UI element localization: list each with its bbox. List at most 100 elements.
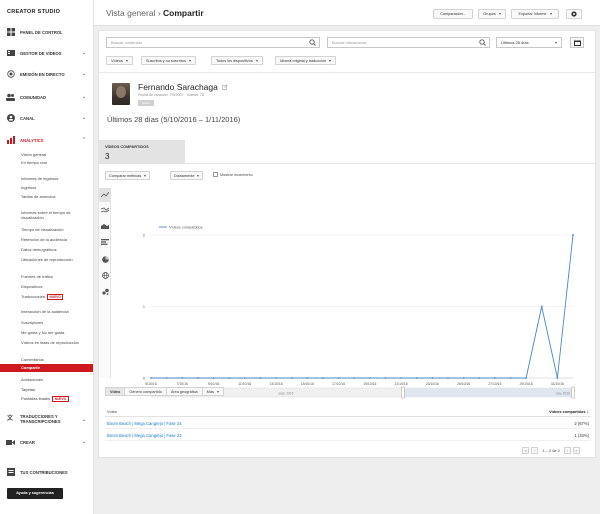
- nav-channel[interactable]: CANAL ⌄: [0, 112, 94, 124]
- nav-video-manager-label: GESTOR DE VÍDEOS: [20, 50, 62, 56]
- analytics-item-subscribers[interactable]: Suscriptores: [21, 320, 87, 325]
- nav-live[interactable]: EMISIÓN EN DIRECTO ⌄: [0, 68, 94, 80]
- range-handle-left: [401, 386, 405, 399]
- dashboard-icon: [6, 28, 15, 36]
- stacked-area-tool[interactable]: [101, 222, 109, 230]
- video-link[interactable]: Boom Beach | Mega Cangrejo | Fase 24: [107, 421, 182, 426]
- first-page-button[interactable]: «: [522, 447, 530, 454]
- line-chart-tool[interactable]: [99, 188, 111, 202]
- pie-chart-tool[interactable]: [101, 255, 109, 263]
- help-feedback-button[interactable]: Ayuda y sugerencias: [7, 488, 63, 499]
- show-increase-checkbox[interactable]: Mostrar incremento: [213, 172, 253, 177]
- filter-subscribed[interactable]: Suscritos y no suscritos: [141, 56, 196, 65]
- compare-metric-button[interactable]: Comparar métricas: [105, 171, 151, 180]
- x-tick-label: 9/10/16: [208, 382, 219, 386]
- analytics-item-revenue-reports[interactable]: Informes de ingresos: [21, 176, 87, 181]
- data-point: [181, 377, 184, 379]
- nav-community[interactable]: COMUNIDAD ⌄: [0, 91, 94, 103]
- metric-tab-shares[interactable]: VÍDEOS COMPARTIDOS 3: [99, 140, 185, 164]
- search-content-input[interactable]: Buscar contenido: [106, 37, 320, 48]
- analytics-item-overview[interactable]: Visión general: [21, 152, 87, 157]
- stacked-area-icon: [101, 224, 109, 229]
- next-page-button[interactable]: ›: [564, 447, 571, 454]
- col-video-header[interactable]: Vídeo: [107, 410, 117, 414]
- channel-tag[interactable]: Editar: [138, 100, 154, 106]
- y-tick-label: 0: [143, 377, 145, 381]
- range-selection: [403, 388, 573, 397]
- data-point: [150, 377, 152, 379]
- analytics-item-revenue[interactable]: Ingresos: [21, 185, 87, 190]
- analytics-item-annotations[interactable]: Anotaciones: [21, 377, 87, 382]
- last-page-button[interactable]: »: [573, 447, 580, 454]
- tab-sharing-service[interactable]: Género compartido: [124, 387, 167, 396]
- map-tool[interactable]: [101, 271, 109, 279]
- filter-devices[interactable]: Todos los dispositivos: [211, 56, 263, 65]
- analytics-item-end-screens-label: Pantallas finales: [21, 396, 51, 401]
- bubble-chart-tool[interactable]: [101, 287, 109, 295]
- analytics-item-retention[interactable]: Retención de la audiencia: [21, 237, 87, 242]
- pie-chart-icon: [101, 255, 109, 263]
- col-shares-header[interactable]: Vídeos compartidos ↓: [549, 409, 589, 415]
- analytics-item-end-screens[interactable]: Pantallas finales NUEVO: [21, 396, 87, 402]
- analytics-item-realtime[interactable]: En tiempo real: [21, 160, 87, 165]
- external-link-icon[interactable]: [222, 84, 228, 90]
- calendar-button[interactable]: [570, 37, 584, 48]
- compare-button[interactable]: Comparación...: [433, 9, 473, 19]
- settings-button[interactable]: [566, 9, 582, 19]
- nav-panel[interactable]: PANEL DE CONTROL: [0, 26, 94, 38]
- bar-chart-tool[interactable]: [101, 238, 109, 246]
- analytics-item-likes[interactable]: Me gusta y No me gusta: [21, 330, 87, 335]
- date-range-select[interactable]: Últimos 28 días: [496, 37, 562, 48]
- video-link[interactable]: Boom Beach | Mega Cangrejo | Fase 23: [107, 433, 182, 438]
- data-point: [165, 377, 168, 379]
- data-point: [525, 377, 528, 379]
- filter-videos-label: Vídeos: [111, 58, 123, 63]
- nav-contributions[interactable]: TUS CONTRIBUCIONES: [0, 466, 94, 478]
- search-locations-input[interactable]: Buscar ubicaciones: [327, 37, 490, 48]
- analytics-item-cards[interactable]: Tarjetas: [21, 387, 87, 392]
- nav-analytics[interactable]: ANALYTICS ⌃: [0, 134, 94, 146]
- multiline-chart-tool[interactable]: [101, 206, 109, 214]
- export-report-button[interactable]: Exportar informe: [511, 9, 559, 19]
- analytics-item-playback-locations[interactable]: Ubicaciones de reproducción: [21, 257, 87, 262]
- prev-page-button[interactable]: ‹: [531, 447, 539, 454]
- analytics-item-ad-rates[interactable]: Tarifas de anuncios: [21, 194, 87, 199]
- granularity-button[interactable]: Diariamente: [170, 171, 204, 180]
- x-tick-label: 11/10/16: [238, 382, 251, 386]
- analytics-item-watchtime[interactable]: Tiempo de visualización: [21, 227, 87, 232]
- tab-video[interactable]: Vídeo: [105, 387, 126, 396]
- data-point: [290, 377, 293, 379]
- nav-panel-label: PANEL DE CONTROL: [20, 29, 63, 35]
- show-increase-label: Mostrar incremento: [220, 172, 253, 177]
- filter-videos[interactable]: Vídeos: [106, 56, 133, 65]
- filter-language-label: Idioma original y traducción: [280, 58, 327, 63]
- contributions-icon: [6, 468, 15, 476]
- analytics-item-comments[interactable]: Comentarios: [21, 357, 87, 362]
- analytics-item-translations[interactable]: Traducciones NUEVO: [21, 294, 87, 300]
- analytics-item-playlists[interactable]: Vídeos en listas de reproducción: [21, 340, 87, 345]
- analytics-item-demographics[interactable]: Datos demográficos: [21, 247, 87, 252]
- caret-down-icon: [498, 13, 501, 15]
- data-point: [572, 234, 574, 236]
- nav-video-manager[interactable]: GESTOR DE VÍDEOS ⌄: [0, 47, 94, 59]
- analytics-item-watchtime-reports[interactable]: Informes sobre el tiempo de visualizació…: [21, 210, 87, 220]
- groups-button[interactable]: Grupos: [478, 9, 506, 19]
- analytics-item-engagement[interactable]: Interacción de la audiencia: [21, 309, 87, 314]
- tab-geography[interactable]: Área geográfica: [165, 387, 203, 396]
- data-point: [368, 377, 371, 379]
- shares-line-chart[interactable]: 0 1 2 Vídeos compartidos 5/10/16 7/10/16 9/10/…: [111, 188, 595, 400]
- tab-more[interactable]: Más: [201, 387, 224, 396]
- translate-icon: 文: [6, 414, 15, 422]
- breadcrumb-parent[interactable]: Vista general ›: [106, 8, 161, 18]
- pagination-label: 1 – 2 de 2: [542, 448, 560, 453]
- analytics-item-traffic-sources[interactable]: Fuentes de tráfico: [21, 274, 87, 279]
- filter-language[interactable]: Idioma original y traducción: [275, 56, 337, 65]
- nav-create[interactable]: CREAR ⌄: [0, 436, 94, 448]
- nav-translations[interactable]: 文 TRADUCCIONES Y TRANSCRIPCIONES ⌄: [0, 414, 94, 428]
- analytics-item-translations-label: Traducciones: [21, 294, 45, 299]
- analytics-item-devices[interactable]: Dispositivos: [21, 284, 87, 289]
- analytics-item-sharing[interactable]: Compartir: [0, 364, 93, 372]
- video-manager-icon: [6, 49, 15, 57]
- shares-value: 1 (33%): [574, 433, 589, 438]
- nav-create-label: CREAR: [20, 439, 35, 445]
